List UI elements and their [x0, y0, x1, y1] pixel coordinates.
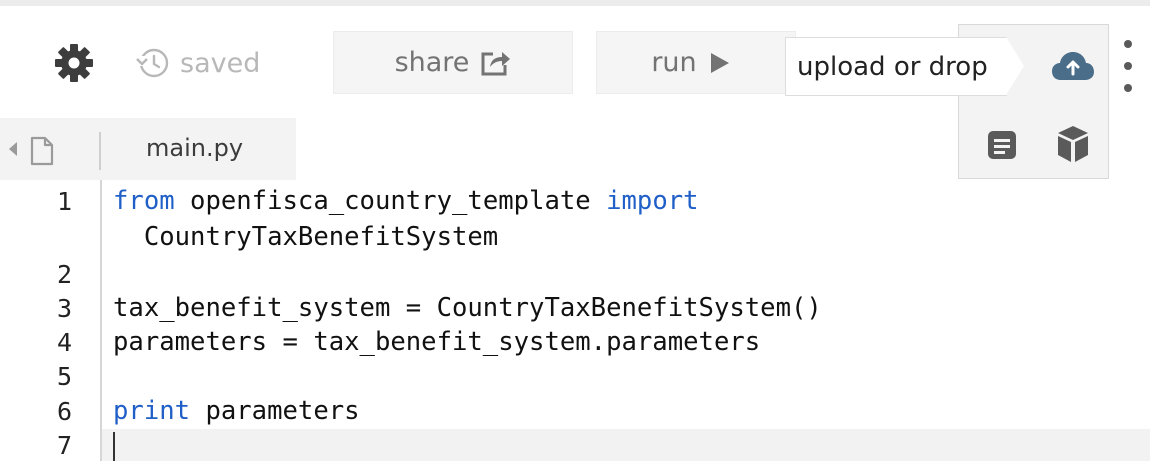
saved-status: saved — [136, 38, 260, 88]
file-tab-main[interactable]: main.py — [146, 134, 243, 162]
upload-tooltip-label: upload or drop — [797, 51, 988, 82]
gutter-divider — [100, 180, 102, 461]
code-token: parameters = tax_benefit_system.paramete… — [113, 327, 761, 357]
code-line[interactable]: parameters = tax_benefit_system.paramete… — [113, 327, 760, 357]
upload-tooltip: upload or drop — [785, 37, 1007, 96]
share-button[interactable]: share — [333, 31, 573, 94]
code-token: parameters — [190, 396, 360, 426]
play-icon — [710, 52, 729, 73]
history-icon — [136, 48, 169, 78]
line-number: 5 — [56, 362, 72, 391]
line-number: 4 — [56, 328, 72, 357]
file-icon[interactable] — [30, 136, 54, 166]
cube-icon[interactable] — [1056, 124, 1090, 164]
chevron-left-icon[interactable] — [8, 141, 18, 157]
share-label: share — [394, 47, 470, 78]
line-number: 1 — [56, 187, 72, 216]
code-line[interactable]: tax_benefit_system = CountryTaxBenefitSy… — [113, 293, 822, 323]
code-keyword: print — [113, 396, 191, 426]
code-keyword: from — [113, 186, 175, 216]
tooltip-arrow — [1006, 37, 1024, 95]
line-number: 3 — [56, 294, 72, 323]
cloud-upload-icon[interactable] — [1050, 48, 1096, 84]
code-token: openfisca_country_template — [174, 186, 607, 216]
code-line[interactable]: CountryTaxBenefitSystem — [113, 222, 498, 252]
text-cursor — [113, 432, 115, 461]
code-line[interactable]: print parameters — [113, 396, 360, 426]
document-icon[interactable] — [985, 128, 1019, 162]
gear-icon[interactable] — [54, 43, 94, 83]
line-number: 2 — [56, 260, 72, 289]
code-keyword: import — [606, 186, 699, 216]
tab-divider — [99, 132, 101, 170]
code-line[interactable]: from openfisca_country_template import — [113, 186, 699, 216]
active-line-highlight — [102, 429, 1150, 461]
code-token: tax_benefit_system = CountryTaxBenefitSy… — [113, 293, 822, 323]
kebab-icon[interactable] — [1122, 40, 1134, 92]
line-number: 6 — [56, 397, 72, 426]
share-icon — [481, 51, 511, 75]
run-label: run — [651, 47, 697, 78]
line-number: 7 — [56, 431, 72, 460]
run-button[interactable]: run — [596, 31, 796, 94]
code-token: CountryTaxBenefitSystem — [113, 222, 499, 252]
saved-label: saved — [180, 47, 261, 79]
top-border — [0, 0, 1150, 6]
